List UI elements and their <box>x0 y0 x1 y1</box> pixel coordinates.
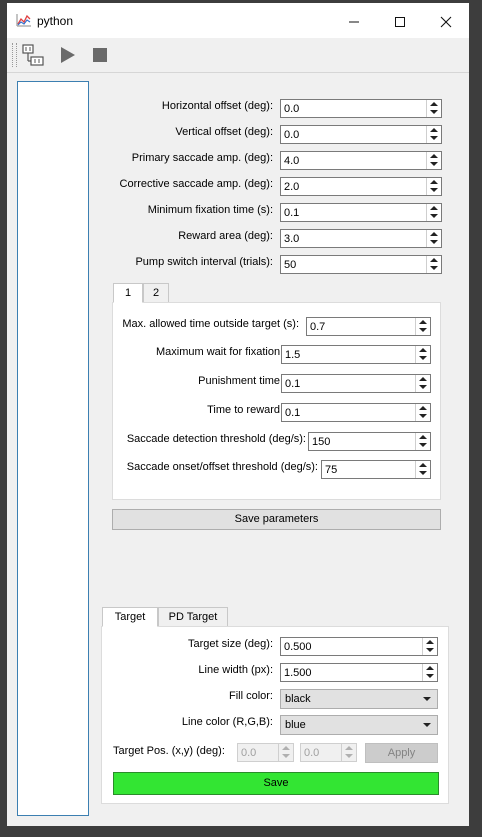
spin-arrows[interactable] <box>426 256 441 273</box>
param-label: Minimum fixation time (s): <box>147 204 273 216</box>
minimize-button[interactable] <box>331 3 377 38</box>
spin-arrows[interactable] <box>415 346 430 363</box>
spin-arrows[interactable] <box>415 375 430 392</box>
corrective-saccade-amp-input[interactable]: 2.0 <box>280 177 442 196</box>
fill-color-label: Fill color: <box>228 690 273 702</box>
chevron-down-icon <box>423 697 431 701</box>
max-wait-fixation-input[interactable]: 1.5 <box>281 345 431 364</box>
spin-arrows[interactable] <box>422 638 437 655</box>
plugin-button[interactable] <box>20 42 46 68</box>
target-pos-y-input[interactable]: 0.0 <box>300 743 357 762</box>
tab1-label: Saccade onset/offset threshold (deg/s): <box>126 461 318 473</box>
line-color-select[interactable]: blue <box>280 715 438 735</box>
spin-arrows[interactable] <box>415 461 430 478</box>
tab-pd-target[interactable]: PD Target <box>158 607 228 627</box>
target-size-label: Target size (deg): <box>188 638 273 650</box>
spin-arrows[interactable] <box>415 318 430 335</box>
tab-1[interactable]: 1 <box>113 283 143 303</box>
reward-area-input[interactable]: 3.0 <box>280 229 442 248</box>
param-label: Reward area (deg): <box>178 230 273 242</box>
close-icon <box>440 16 452 27</box>
param-label: Corrective saccade amp. (deg): <box>119 178 273 190</box>
tab-1-pane: Max. allowed time outside target (s): 0.… <box>112 302 441 500</box>
tab1-label: Saccade detection threshold (deg/s): <box>126 433 306 445</box>
vertical-offset-input[interactable]: 0.0 <box>280 125 442 144</box>
time-to-reward-input[interactable]: 0.1 <box>281 403 431 422</box>
plugin-icon <box>22 44 44 66</box>
spin-arrows[interactable] <box>426 178 441 195</box>
param-label: Vertical offset (deg): <box>175 126 273 138</box>
spin-arrows[interactable] <box>426 126 441 143</box>
play-button[interactable] <box>55 42 81 68</box>
saccade-detection-threshold-input[interactable]: 150 <box>308 432 431 451</box>
target-tab-pane: Target size (deg): 0.500 Line width (px)… <box>101 626 449 804</box>
app-window: python Horizontal offset (deg): 0.0 Vert… <box>7 3 469 826</box>
spin-arrows[interactable] <box>422 664 437 681</box>
spin-arrows[interactable] <box>415 433 430 450</box>
spin-arrows[interactable] <box>415 404 430 421</box>
maximize-icon <box>395 16 405 27</box>
pump-switch-interval-input[interactable]: 50 <box>280 255 442 274</box>
param-label: Horizontal offset (deg): <box>161 100 273 112</box>
tab-target[interactable]: Target <box>102 607 158 627</box>
close-button[interactable] <box>423 3 469 38</box>
minimize-icon <box>349 21 359 23</box>
spin-arrows[interactable] <box>426 152 441 169</box>
tab1-label: Max. allowed time outside target (s): <box>122 318 299 330</box>
apply-button[interactable]: Apply <box>365 743 438 763</box>
maximize-button[interactable] <box>377 3 423 38</box>
tab1-label: Maximum wait for fixation (s): <box>155 346 299 358</box>
punishment-time-input[interactable]: 0.1 <box>281 374 431 393</box>
line-width-input[interactable]: 1.500 <box>280 663 438 682</box>
stop-icon <box>93 48 107 62</box>
primary-saccade-amp-input[interactable]: 4.0 <box>280 151 442 170</box>
target-pos-x-input[interactable]: 0.0 <box>237 743 294 762</box>
chevron-down-icon <box>423 723 431 727</box>
minimum-fixation-time-input[interactable]: 0.1 <box>280 203 442 222</box>
title-bar: python <box>7 3 469 38</box>
tab-2[interactable]: 2 <box>143 283 169 303</box>
horizontal-offset-input[interactable]: 0.0 <box>280 99 442 118</box>
play-icon <box>61 47 75 63</box>
saccade-onset-threshold-input[interactable]: 75 <box>321 460 431 479</box>
param-label: Primary saccade amp. (deg): <box>131 152 273 164</box>
spin-arrows[interactable] <box>426 204 441 221</box>
toolbar-grip[interactable] <box>12 43 17 67</box>
target-pos-label: Target Pos. (x,y) (deg): <box>113 745 225 757</box>
stop-button[interactable] <box>87 42 113 68</box>
spin-arrows[interactable] <box>278 744 293 761</box>
save-target-button[interactable]: Save <box>113 772 439 795</box>
line-width-label: Line width (px): <box>198 664 273 676</box>
toolbar <box>7 38 469 73</box>
spin-arrows[interactable] <box>426 230 441 247</box>
line-color-label: Line color (R,G,B): <box>181 716 273 728</box>
fill-color-select[interactable]: black <box>280 689 438 709</box>
spin-arrows[interactable] <box>426 100 441 117</box>
app-icon <box>16 14 31 27</box>
param-label: Pump switch interval (trials): <box>135 256 273 268</box>
target-size-input[interactable]: 0.500 <box>280 637 438 656</box>
window-title: python <box>37 14 74 28</box>
max-time-outside-target-input[interactable]: 0.7 <box>306 317 431 336</box>
spin-arrows[interactable] <box>341 744 356 761</box>
save-parameters-button[interactable]: Save parameters <box>112 509 441 530</box>
side-list-panel[interactable] <box>17 81 89 816</box>
